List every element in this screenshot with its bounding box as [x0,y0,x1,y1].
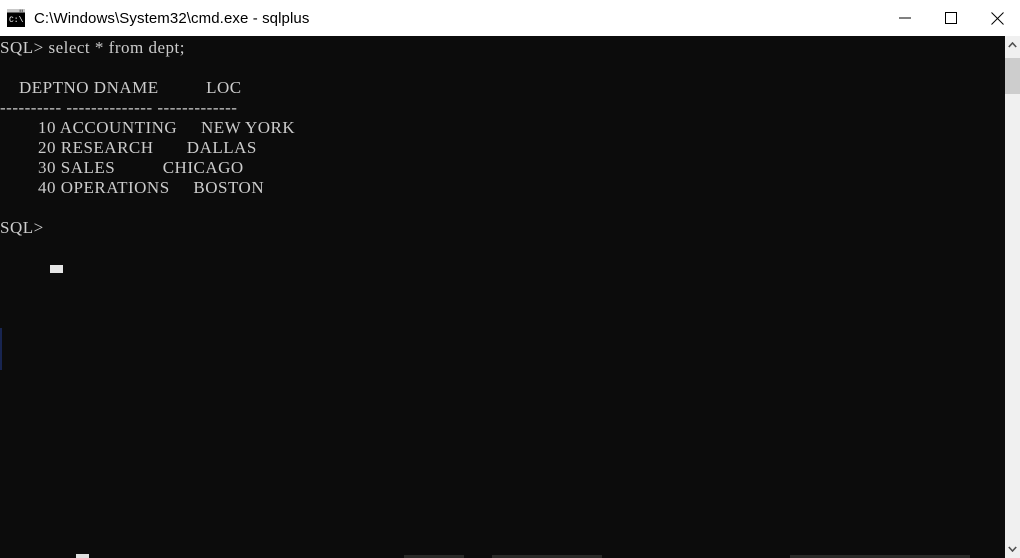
console-output-area[interactable]: SQL> select * from dept; DEPTNO DNAME LO… [0,36,1004,558]
scrollbar-track[interactable] [1005,54,1020,540]
bottom-edge-artifact [0,548,1004,558]
terminal-screen-text: SQL> select * from dept; DEPTNO DNAME LO… [0,38,296,237]
chevron-up-icon [1008,42,1017,48]
cmd-console-icon: C:\ [7,9,25,27]
left-edge-artifact [0,328,2,370]
cmd-window: C:\ C:\Windows\System32\cmd.exe - sqlplu… [0,0,1020,558]
close-button[interactable] [974,0,1020,36]
maximize-button[interactable] [928,0,974,36]
vertical-scrollbar[interactable] [1004,36,1020,558]
chevron-down-icon [1008,546,1017,552]
window-controls [882,0,1020,36]
title-bar[interactable]: C:\ C:\Windows\System32\cmd.exe - sqlplu… [0,0,1020,36]
scroll-down-button[interactable] [1005,540,1020,558]
maximize-icon [945,12,957,24]
minimize-icon [899,17,911,19]
scroll-up-button[interactable] [1005,36,1020,54]
window-title: C:\Windows\System32\cmd.exe - sqlplus [34,9,310,27]
bottom-artifact-block [76,554,89,558]
close-icon [990,11,1004,25]
scrollbar-thumb[interactable] [1005,58,1020,94]
svg-text:C:\: C:\ [9,16,24,25]
title-bar-left: C:\ C:\Windows\System32\cmd.exe - sqlplu… [0,0,882,36]
text-cursor [50,265,63,273]
console-inner: SQL> select * from dept; DEPTNO DNAME LO… [0,36,1004,558]
minimize-button[interactable] [882,0,928,36]
